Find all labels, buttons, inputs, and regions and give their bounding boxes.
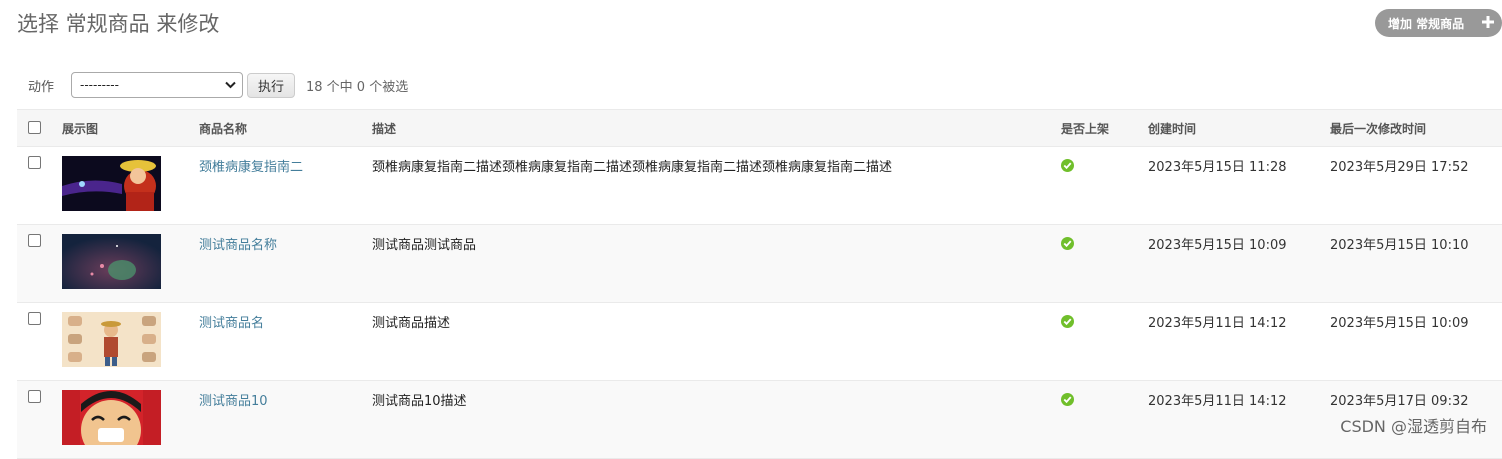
action-select[interactable]: --------- bbox=[71, 72, 243, 98]
product-name-link[interactable]: 测试商品10 bbox=[199, 394, 268, 409]
actions-label: 动作 bbox=[28, 79, 55, 95]
table-row: 颈椎病康复指南二 颈椎病康复指南二描述颈椎病康复指南二描述颈椎病康复指南二描述颈… bbox=[17, 146, 1502, 225]
product-thumbnail bbox=[62, 156, 161, 211]
check-circle-icon bbox=[1061, 159, 1074, 172]
modified-time: 2023年5月15日 10:10 bbox=[1330, 238, 1469, 253]
add-product-button-label: 增加 常规商品 bbox=[1388, 16, 1465, 31]
product-description: 测试商品测试商品 bbox=[372, 238, 477, 253]
selection-counter: 18 个中 0 个被选 bbox=[306, 79, 409, 95]
product-thumbnail bbox=[62, 390, 161, 445]
check-circle-icon bbox=[1061, 393, 1074, 406]
product-name-link[interactable]: 颈椎病康复指南二 bbox=[199, 160, 303, 175]
table-header-row: 展示图 商品名称 描述 是否上架 创建时间 最后一次修改时间 bbox=[17, 109, 1502, 147]
plus-icon bbox=[1482, 16, 1494, 28]
add-product-button[interactable]: 增加 常规商品 bbox=[1375, 9, 1502, 37]
product-name-link[interactable]: 测试商品名称 bbox=[199, 238, 277, 253]
column-header-created[interactable]: 创建时间 bbox=[1148, 109, 1330, 147]
column-header-description[interactable]: 描述 bbox=[372, 109, 1061, 147]
column-header-on-shelf[interactable]: 是否上架 bbox=[1061, 109, 1148, 147]
created-time: 2023年5月11日 14:12 bbox=[1148, 316, 1287, 331]
column-header-modified[interactable]: 最后一次修改时间 bbox=[1330, 109, 1502, 147]
product-description: 测试商品描述 bbox=[372, 316, 451, 331]
table-row: 测试商品10 测试商品10描述 2023年5月11日 14:12 2023年5月… bbox=[17, 380, 1502, 459]
results-table: 展示图 商品名称 描述 是否上架 创建时间 最后一次修改时间 颈椎病康复指南二 … bbox=[17, 109, 1502, 459]
select-all-checkbox[interactable] bbox=[28, 121, 41, 134]
product-description: 测试商品10描述 bbox=[372, 394, 467, 409]
product-name-link[interactable]: 测试商品名 bbox=[199, 316, 264, 331]
table-row: 测试商品名 测试商品描述 2023年5月11日 14:12 2023年5月15日… bbox=[17, 302, 1502, 381]
row-checkbox[interactable] bbox=[28, 234, 41, 247]
row-checkbox[interactable] bbox=[28, 390, 41, 403]
watermark: CSDN @湿透剪自布 bbox=[1340, 417, 1487, 436]
select-all-cell bbox=[17, 109, 62, 147]
go-button[interactable]: 执行 bbox=[247, 72, 295, 98]
column-header-name[interactable]: 商品名称 bbox=[199, 109, 372, 147]
product-thumbnail bbox=[62, 312, 161, 367]
modified-time: 2023年5月17日 09:32 bbox=[1330, 394, 1469, 409]
created-time: 2023年5月15日 11:28 bbox=[1148, 160, 1287, 175]
row-checkbox[interactable] bbox=[28, 156, 41, 169]
product-thumbnail bbox=[62, 234, 161, 289]
table-row: 测试商品名称 测试商品测试商品 2023年5月15日 10:09 2023年5月… bbox=[17, 224, 1502, 303]
chevron-down-icon bbox=[225, 81, 236, 89]
check-circle-icon bbox=[1061, 237, 1074, 250]
modified-time: 2023年5月29日 17:52 bbox=[1330, 160, 1469, 175]
actions-bar: 动作 --------- 执行 18 个中 0 个被选 bbox=[17, 70, 517, 100]
row-checkbox[interactable] bbox=[28, 312, 41, 325]
page-title: 选择 常规商品 来修改 bbox=[17, 12, 220, 36]
action-select-value: --------- bbox=[80, 78, 119, 92]
modified-time: 2023年5月15日 10:09 bbox=[1330, 316, 1469, 331]
created-time: 2023年5月11日 14:12 bbox=[1148, 394, 1287, 409]
product-description: 颈椎病康复指南二描述颈椎病康复指南二描述颈椎病康复指南二描述颈椎病康复指南二描述 bbox=[372, 160, 893, 175]
column-header-image[interactable]: 展示图 bbox=[62, 109, 199, 147]
created-time: 2023年5月15日 10:09 bbox=[1148, 238, 1287, 253]
check-circle-icon bbox=[1061, 315, 1074, 328]
